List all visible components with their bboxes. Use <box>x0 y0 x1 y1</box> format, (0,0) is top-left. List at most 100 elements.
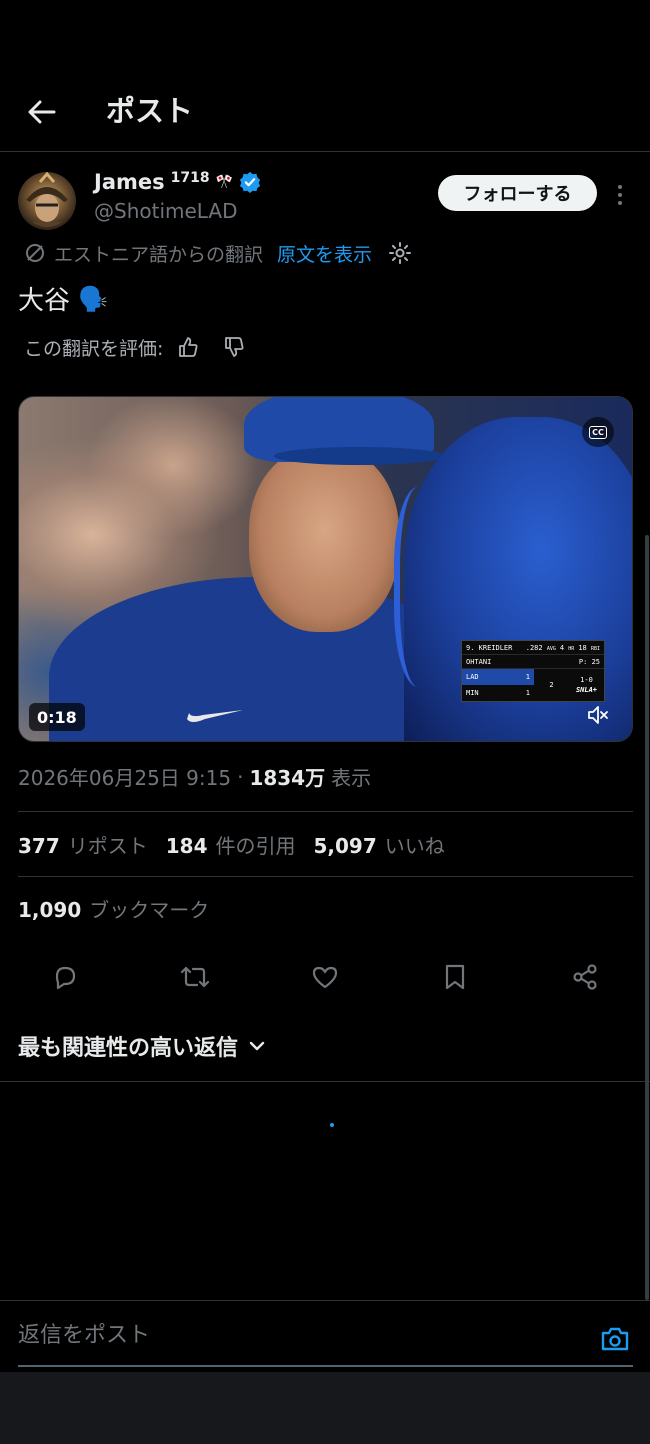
dot-icon <box>618 201 622 205</box>
catcher-mask <box>394 487 454 687</box>
reposts-count: 377 <box>18 834 60 858</box>
bookmark-button[interactable] <box>420 952 490 1002</box>
rbi-value: 18 <box>578 643 587 652</box>
thumbs-down-icon[interactable] <box>223 336 245 358</box>
reposts-label: リポスト <box>67 834 148 858</box>
camera-icon <box>601 1327 629 1351</box>
post-body: 大谷 🗣️ <box>18 280 108 317</box>
reply-input[interactable] <box>18 1315 578 1355</box>
team-lad: LAD 1 <box>462 669 534 685</box>
pitch-count: P: 25 <box>578 657 600 666</box>
post-meta: 2026年06月25日 9:15 · 1834万 表示 <box>18 762 371 791</box>
hr-label: HR <box>568 645 575 652</box>
network-label: SNLA+ <box>575 686 598 694</box>
translate-icon <box>26 244 44 262</box>
batter-hr: 4 HR <box>560 644 574 652</box>
post-author: James 1718 🎌 @ShotimeLAD フォローする <box>18 170 638 232</box>
team1-score: 1 <box>525 673 530 681</box>
heart-icon <box>312 966 338 989</box>
arrow-left-icon <box>28 100 56 124</box>
count-and-network: 1-0 SNLA+ <box>569 669 604 701</box>
gear-icon[interactable] <box>388 241 412 265</box>
repost-icon <box>180 966 210 988</box>
dot-icon <box>618 193 622 197</box>
view-count: 1834万 <box>249 766 326 790</box>
muted-speaker-icon <box>588 706 608 724</box>
captions-button[interactable]: CC <box>582 417 614 447</box>
divider <box>18 811 633 812</box>
inning-value: 2 <box>549 681 554 689</box>
avatar[interactable] <box>18 172 76 230</box>
samurai-helmet-avatar-image <box>26 172 68 227</box>
reply-input-underline <box>18 1365 633 1367</box>
quotes-label: 件の引用 <box>215 834 296 858</box>
reply-icon <box>55 966 76 990</box>
rate-translation-label: この翻訳を評価: <box>24 337 164 360</box>
reply-sort-label: 最も関連性の高い返信 <box>18 1036 239 1061</box>
post-timestamp[interactable]: 2026年06月25日 9:15 <box>18 762 231 791</box>
quotes-stat[interactable]: 184 件の引用 <box>166 830 296 859</box>
rbi-label: RBI <box>590 645 600 652</box>
repost-button[interactable] <box>160 952 230 1002</box>
verified-badge-icon <box>239 171 261 193</box>
avg-value: .282 <box>525 643 543 652</box>
name-row: James 1718 🎌 <box>94 170 261 194</box>
like-button[interactable] <box>290 952 360 1002</box>
loading-indicator <box>330 1123 334 1127</box>
batter-rbi: 18 RBI <box>578 644 600 652</box>
scorebug-score: LAD 1 MIN 1 2 1-0 SNLA+ <box>462 669 604 701</box>
mute-button[interactable] <box>584 701 612 729</box>
team-min: MIN 1 <box>462 685 534 701</box>
nike-swoosh-icon <box>187 710 243 722</box>
inning-indicator: 2 <box>534 669 569 701</box>
cc-label: CC <box>589 425 607 439</box>
page-title: ポスト <box>106 94 194 128</box>
follow-button[interactable]: フォローする <box>438 175 597 211</box>
divider <box>18 876 633 877</box>
scorebug: 9. KREIDLER .282 AVG 4 HR 18 RBI OHTANI … <box>461 640 605 702</box>
hr-value: 4 <box>559 643 565 652</box>
flags-emoji: 🎌 <box>215 174 234 190</box>
cap-brim <box>274 447 444 465</box>
show-original-link[interactable]: 原文を表示 <box>277 240 372 267</box>
post-text: 大谷 <box>18 286 71 316</box>
reposts-stat[interactable]: 377 リポスト <box>18 830 148 859</box>
dot-icon <box>618 185 622 189</box>
bookmarks-label: ブックマーク <box>89 898 210 922</box>
chevron-down-icon <box>249 1041 265 1051</box>
system-nav-area <box>0 1372 650 1444</box>
team2-name: MIN <box>466 689 479 697</box>
bookmarks-stat[interactable]: 1,090 ブックマーク <box>18 894 209 923</box>
thumbs-up-icon[interactable] <box>177 336 199 358</box>
likes-stat[interactable]: 5,097 いいね <box>314 830 445 859</box>
user-handle[interactable]: @ShotimeLAD <box>94 199 237 223</box>
camera-button[interactable] <box>598 1323 632 1355</box>
reply-button[interactable] <box>30 952 100 1002</box>
divider <box>0 1081 650 1082</box>
speaking-head-emoji: 🗣️ <box>78 284 108 313</box>
engagement-stats: 377 リポスト 184 件の引用 5,097 いいね <box>18 830 445 859</box>
avg-label: AVG <box>546 645 556 652</box>
share-button[interactable] <box>550 952 620 1002</box>
pitcher-name: OHTANI <box>466 657 492 666</box>
pitch-count-balls-strikes: 1-0 <box>580 676 593 684</box>
action-bar <box>30 952 620 1002</box>
name-superscript: 1718 <box>170 170 210 186</box>
back-button[interactable] <box>22 92 62 132</box>
team2-score: 1 <box>525 689 530 697</box>
translation-source-label: エストニア語からの翻訳 <box>54 243 264 266</box>
reply-sort-dropdown[interactable]: 最も関連性の高い返信 <box>18 1030 266 1062</box>
scorebug-teams: LAD 1 MIN 1 <box>462 669 534 701</box>
video-duration: 0:18 <box>29 703 85 731</box>
quotes-count: 184 <box>165 834 208 858</box>
scorebug-pitcher-row: OHTANI P: 25 <box>462 655 604 669</box>
meta-separator: · <box>237 764 244 789</box>
video-player[interactable]: CC 9. KREIDLER .282 AVG 4 HR 18 RBI OHTA… <box>18 396 633 742</box>
scrollbar[interactable] <box>645 535 649 1300</box>
reply-composer <box>0 1300 650 1372</box>
display-name[interactable]: James <box>94 170 165 194</box>
batter-avg: .282 AVG <box>526 644 556 652</box>
more-options-button[interactable] <box>608 180 632 210</box>
scorebug-batter-row: 9. KREIDLER .282 AVG 4 HR 18 RBI <box>462 641 604 655</box>
top-bar: ポスト <box>0 70 650 152</box>
